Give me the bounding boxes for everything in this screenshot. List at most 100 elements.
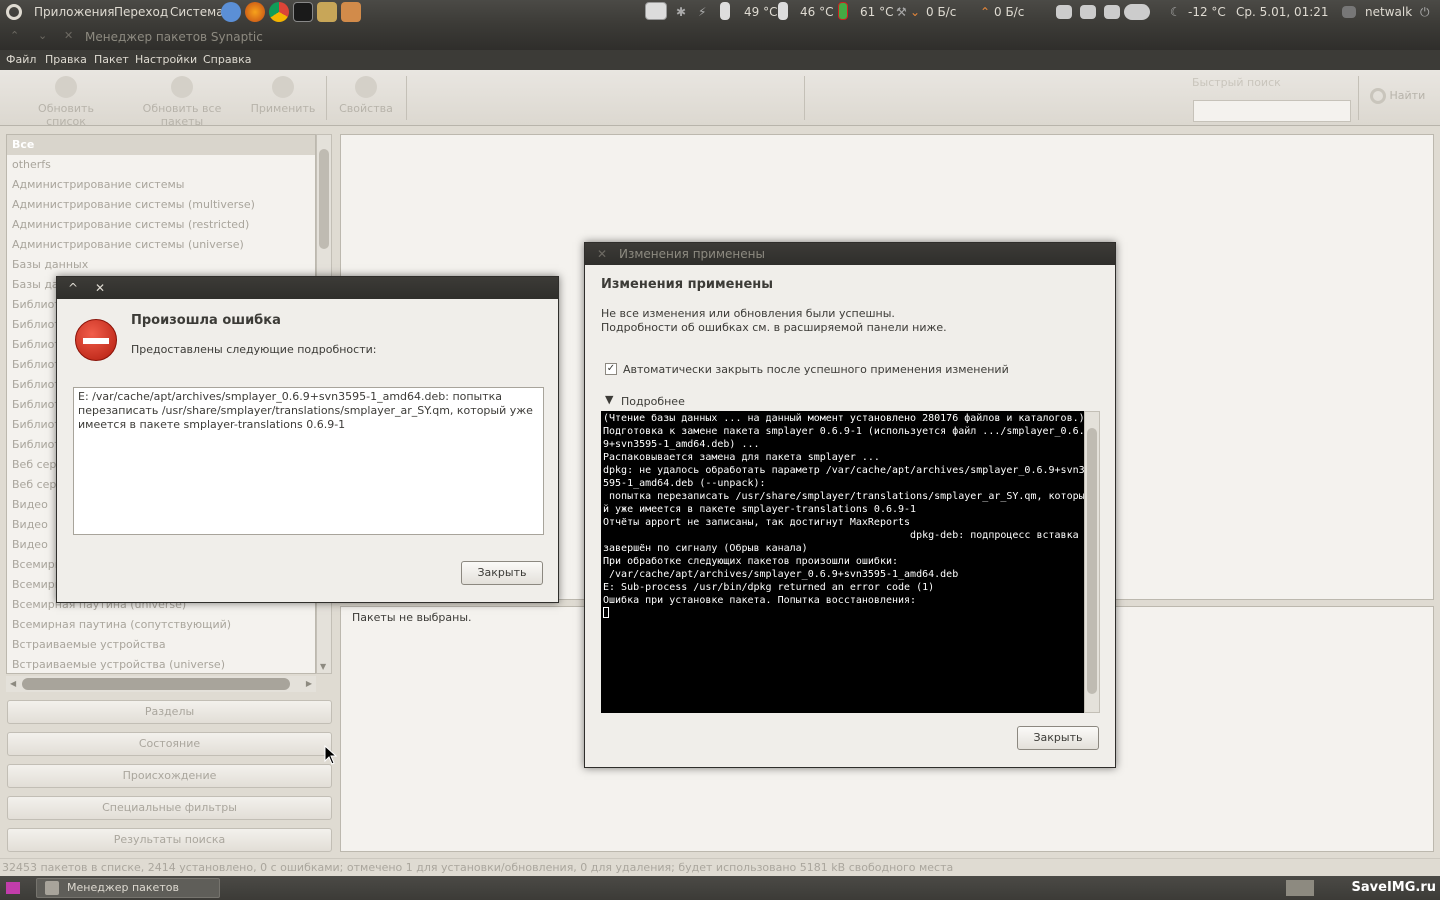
terminal-output[interactable]: (Чтение базы данных ... на данный момент…: [601, 411, 1084, 713]
scroll-thumb[interactable]: [1087, 428, 1097, 694]
close-icon[interactable]: ✕: [95, 277, 105, 299]
username[interactable]: netwalk: [1365, 0, 1412, 24]
top-panel: Приложения Переход Система ✱ ⚡ 49 °C 46 …: [0, 0, 1440, 24]
scroll-left-icon[interactable]: ◀: [10, 679, 16, 688]
temp3-value: 61 °C: [860, 5, 894, 19]
search-icon: [1370, 88, 1386, 104]
section-item[interactable]: Все: [7, 135, 315, 155]
close-icon[interactable]: ✕: [64, 29, 73, 42]
chrome-icon[interactable]: [269, 2, 289, 22]
scroll-thumb[interactable]: [319, 149, 329, 249]
bottom-panel: Менеджер пакетов Synap... SaveIMG.ru: [0, 876, 1440, 900]
error-subheading: Предоставлены следующие подробности:: [131, 343, 377, 356]
record-icon[interactable]: [645, 2, 667, 20]
chat-icon[interactable]: [1342, 6, 1356, 18]
minimize-icon[interactable]: ^: [68, 277, 78, 299]
clock[interactable]: Ср. 5.01, 01:21: [1236, 0, 1329, 24]
minimize-icon[interactable]: ⌃: [10, 29, 19, 42]
upgrade-all-button[interactable]: Обновить все пакеты: [122, 76, 242, 128]
auto-close-checkbox[interactable]: ✓: [605, 363, 617, 375]
upload-icon[interactable]: [341, 2, 361, 22]
temp2-icon: [778, 2, 788, 20]
menu-applications[interactable]: Приложения: [34, 0, 115, 24]
changes-dialog-titlebar: ✕ Изменения применены: [585, 243, 1115, 265]
firefox-icon[interactable]: [245, 2, 265, 22]
filter-sections-button[interactable]: Разделы: [7, 700, 332, 724]
show-desktop-icon[interactable]: [6, 882, 20, 894]
quick-search-label: Быстрый поиск: [1192, 76, 1281, 89]
close-button[interactable]: Закрыть: [461, 561, 543, 585]
section-item[interactable]: Администрирование системы (multiverse): [7, 195, 315, 215]
section-item[interactable]: Встраиваемые устройства: [7, 635, 315, 655]
section-item[interactable]: Администрирование системы: [7, 175, 315, 195]
quick-search-input[interactable]: [1193, 100, 1351, 122]
terminal-text: (Чтение базы данных ... на данный момент…: [603, 413, 1084, 606]
apply-label: Применить: [250, 102, 316, 115]
menu-package[interactable]: Пакет: [94, 53, 129, 66]
menu-file[interactable]: Файл: [6, 53, 36, 66]
watermark: SaveIMG.ru: [1351, 880, 1436, 895]
filter-custom-button[interactable]: Специальные фильтры: [7, 796, 332, 820]
bluetooth-icon[interactable]: ✱: [676, 0, 686, 24]
reload-icon: [55, 76, 77, 98]
menu-places[interactable]: Переход: [114, 0, 168, 24]
terminal-scrollbar[interactable]: [1084, 411, 1100, 713]
indicator3-icon[interactable]: [1104, 5, 1120, 19]
search-button[interactable]: Найти: [1370, 88, 1434, 104]
close-icon[interactable]: ✕: [597, 243, 607, 265]
workspace-switcher-icon[interactable]: [1286, 880, 1314, 896]
menu-help[interactable]: Справка: [203, 53, 251, 66]
auto-close-label[interactable]: Автоматически закрыть после успешного пр…: [623, 363, 1009, 376]
scroll-down-icon[interactable]: ▼: [320, 662, 326, 671]
maximize-icon[interactable]: ⌄: [38, 29, 47, 42]
scroll-thumb[interactable]: [22, 678, 290, 690]
ubuntu-logo-icon[interactable]: [6, 4, 22, 20]
window-titlebar: ⌃ ⌄ ✕ Менеджер пакетов Synaptic: [0, 24, 1440, 50]
section-item[interactable]: Встраиваемые устройства (universe): [7, 655, 315, 673]
section-item[interactable]: otherfs: [7, 155, 315, 175]
statusbar: 32453 пакетов в списке, 2414 установлено…: [0, 858, 1440, 876]
mouse-cursor-icon: [324, 745, 338, 765]
net-tool-icon: ⚒: [896, 5, 907, 19]
weather-value[interactable]: -12 °C: [1188, 0, 1226, 24]
menu-edit[interactable]: Правка: [45, 53, 87, 66]
properties-label: Свойства: [339, 102, 393, 115]
section-item[interactable]: Администрирование системы (restricted): [7, 215, 315, 235]
error-icon: [75, 319, 117, 361]
upgrade-all-label: Обновить все пакеты: [142, 102, 222, 128]
temp1-value: 49 °C: [744, 5, 778, 19]
filter-origin-button[interactable]: Происхождение: [7, 764, 332, 788]
sections-hscrollbar[interactable]: ◀ ▶: [6, 676, 316, 692]
search-label: Найти: [1389, 89, 1426, 102]
error-dialog-titlebar: ^ ✕: [57, 277, 558, 299]
power-icon[interactable]: ⏻: [1420, 0, 1430, 24]
expander-arrow-icon[interactable]: ▼: [605, 393, 613, 406]
indicator4-icon[interactable]: [1124, 4, 1150, 20]
menu-system[interactable]: Система: [170, 0, 224, 24]
net-down-icon: ⌄: [910, 5, 921, 19]
scroll-right-icon[interactable]: ▶: [306, 679, 312, 688]
indicator2-icon[interactable]: [1080, 5, 1096, 19]
download-icon[interactable]: [317, 2, 337, 22]
details-expander[interactable]: Подробнее: [621, 395, 685, 408]
reload-button[interactable]: Обновить список: [18, 76, 114, 128]
properties-button[interactable]: Свойства: [338, 76, 394, 115]
filter-search-results-button[interactable]: Результаты поиска: [7, 828, 332, 852]
network-icon[interactable]: ⚡: [698, 0, 706, 24]
network-launcher-icon[interactable]: [221, 2, 241, 22]
indicator1-icon[interactable]: [1056, 5, 1072, 19]
terminal-icon[interactable]: [293, 2, 313, 22]
taskbar-synaptic[interactable]: Менеджер пакетов Synap...: [36, 878, 220, 900]
menu-settings[interactable]: Настройки: [135, 53, 197, 66]
apply-button[interactable]: Применить: [250, 76, 316, 115]
temp1-icon: [720, 2, 730, 20]
error-details[interactable]: E: /var/cache/apt/archives/smplayer_0.6.…: [73, 387, 544, 535]
close-button[interactable]: Закрыть: [1017, 726, 1099, 750]
section-item[interactable]: Базы данных: [7, 255, 315, 275]
gear-icon: [171, 76, 193, 98]
filter-status-button[interactable]: Состояние: [7, 732, 332, 756]
section-item[interactable]: Администрирование системы (universe): [7, 235, 315, 255]
properties-gear-icon: [355, 76, 377, 98]
section-item[interactable]: Всемирная паутина (сопутствующий): [7, 615, 315, 635]
temp2-value: 46 °C: [800, 5, 834, 19]
